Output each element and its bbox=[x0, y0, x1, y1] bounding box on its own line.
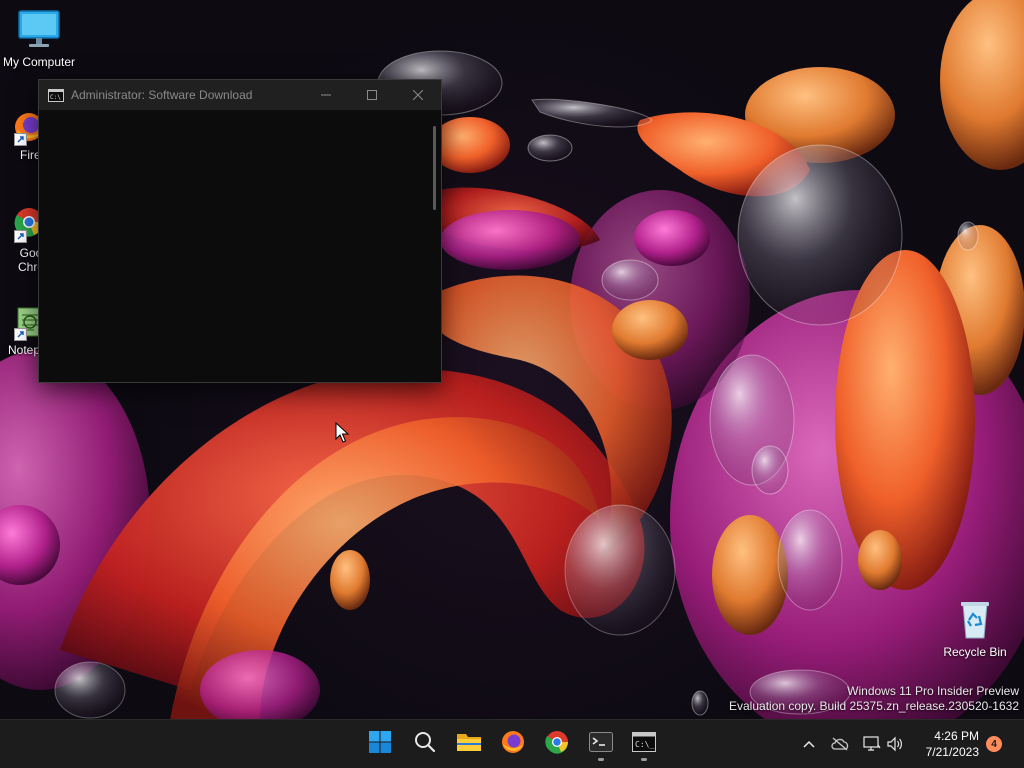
onedrive-icon[interactable] bbox=[830, 734, 850, 754]
folder-icon bbox=[456, 731, 482, 758]
console-icon: C:\ bbox=[48, 88, 64, 102]
taskbar-search-button[interactable] bbox=[405, 726, 445, 762]
close-icon bbox=[413, 90, 423, 100]
svg-text:C:\_: C:\_ bbox=[635, 740, 654, 749]
watermark-line-2: Evaluation copy. Build 25375.zn_release.… bbox=[729, 699, 1019, 713]
mouse-cursor-icon bbox=[335, 421, 350, 449]
scrollbar-thumb[interactable] bbox=[433, 126, 436, 210]
desktop-icon-recycle-bin[interactable]: Recycle Bin bbox=[936, 598, 1014, 659]
desktop-icon-label: Notep bbox=[8, 343, 41, 357]
console-titlebar[interactable]: C:\ Administrator: Software Download bbox=[39, 80, 441, 110]
clock-time: 4:26 PM bbox=[934, 729, 979, 743]
monitor-icon bbox=[17, 8, 61, 53]
watermark-line-1: Windows 11 Pro Insider Preview bbox=[847, 684, 1019, 698]
search-icon bbox=[414, 731, 436, 758]
taskbar-terminal[interactable] bbox=[581, 726, 621, 762]
volume-icon[interactable] bbox=[885, 734, 905, 754]
window-title: Administrator: Software Download bbox=[71, 88, 253, 102]
console-window[interactable]: C:\ Administrator: Software Download bbox=[38, 79, 442, 383]
minimize-button[interactable] bbox=[303, 80, 349, 110]
console-output[interactable] bbox=[39, 110, 441, 382]
shortcut-arrow-icon bbox=[14, 133, 27, 146]
chevron-up-icon bbox=[803, 740, 815, 748]
close-button[interactable] bbox=[395, 80, 441, 110]
minimize-icon bbox=[321, 94, 331, 96]
terminal-icon bbox=[589, 731, 613, 757]
desktop-icon-label: Recycle Bin bbox=[943, 645, 1007, 659]
show-hidden-icons-button[interactable] bbox=[799, 734, 819, 754]
taskbar-file-explorer[interactable] bbox=[449, 726, 489, 762]
chrome-icon bbox=[545, 730, 569, 759]
taskbar-console[interactable]: C:\_ bbox=[624, 726, 664, 762]
taskbar: C:\_ 4:26 PM 7/21/2023 4 bbox=[0, 719, 1024, 768]
notification-badge[interactable]: 4 bbox=[986, 736, 1002, 752]
console-icon: C:\_ bbox=[632, 731, 656, 757]
recycle-bin-icon bbox=[955, 598, 995, 643]
windows-logo-icon bbox=[368, 730, 392, 759]
clock-date: 7/21/2023 bbox=[925, 745, 979, 759]
os-watermark: Windows 11 Pro Insider Preview Evaluatio… bbox=[729, 684, 1019, 714]
firefox-icon bbox=[501, 730, 525, 759]
taskbar-firefox[interactable] bbox=[493, 726, 533, 762]
taskbar-clock[interactable]: 4:26 PM 7/21/2023 bbox=[926, 728, 979, 760]
network-icon[interactable] bbox=[862, 734, 882, 754]
desktop-icon-label: My Computer bbox=[2, 55, 76, 69]
svg-text:C:\: C:\ bbox=[50, 94, 61, 101]
start-button[interactable] bbox=[360, 726, 400, 762]
running-indicator bbox=[641, 758, 647, 761]
running-indicator bbox=[598, 758, 604, 761]
taskbar-chrome[interactable] bbox=[537, 726, 577, 762]
shortcut-arrow-icon bbox=[14, 328, 27, 341]
maximize-icon bbox=[367, 90, 377, 100]
desktop-icon-my-computer[interactable]: My Computer bbox=[0, 8, 78, 69]
shortcut-arrow-icon bbox=[14, 230, 27, 243]
maximize-button[interactable] bbox=[349, 80, 395, 110]
